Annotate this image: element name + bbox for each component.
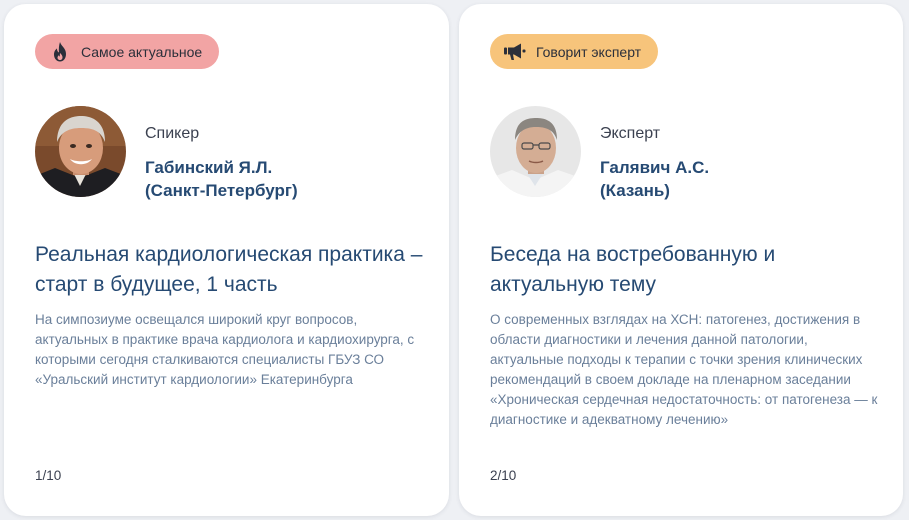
expert-badge: Говорит эксперт (490, 34, 659, 69)
speaker-city-line: (Санкт-Петербург) (145, 181, 298, 200)
expert-city-line: (Казань) (600, 181, 670, 200)
card-description: На симпозиуме освещался широкий круг воп… (35, 312, 415, 387)
flame-icon (49, 41, 71, 63)
badge-label: Говорит эксперт (536, 43, 642, 60)
megaphone-icon (504, 41, 526, 63)
speaker-avatar (35, 106, 126, 197)
news-card[interactable]: Говорит эксперт Эксперт Галявич А.С. (Ка… (459, 4, 903, 516)
speaker-name-line: Габинский Я.Л. (145, 158, 273, 177)
expert-avatar (490, 106, 581, 197)
card-title[interactable]: Реальная кардиологическая практика – ста… (35, 240, 425, 300)
card-description: О современных взглядах на ХСН: патогенез… (490, 312, 878, 427)
expert-name-line: Галявич А.С. (600, 158, 710, 177)
speaker-name: Габинский Я.Л. (Санкт-Петербург) (145, 156, 298, 202)
badge-label: Самое актуальное (81, 43, 203, 60)
slide-counter: 1/10 (35, 468, 62, 483)
slide-counter: 2/10 (490, 468, 517, 483)
hot-badge: Самое актуальное (35, 34, 220, 69)
card-title[interactable]: Беседа на востребованную и актуальную те… (490, 240, 879, 300)
expert-role: Эксперт (600, 125, 661, 142)
expert-name: Галявич А.С. (Казань) (600, 156, 709, 202)
news-card[interactable]: Самое актуальное Спикер Габинский Я.Л. (… (4, 4, 449, 516)
speaker-role: Спикер (145, 125, 200, 142)
